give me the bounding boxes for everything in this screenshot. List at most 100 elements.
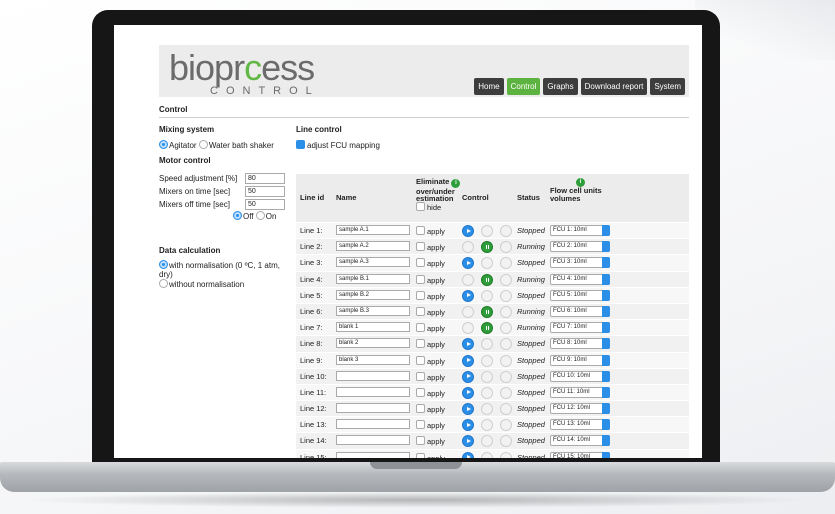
apply-checkbox[interactable]	[416, 290, 425, 300]
start-button[interactable]	[462, 435, 474, 448]
stop-button[interactable]	[500, 257, 512, 270]
pause-button[interactable]	[481, 370, 493, 383]
radio-off[interactable]	[233, 211, 242, 220]
pause-button[interactable]	[481, 338, 493, 351]
radio-water-bath[interactable]	[198, 140, 208, 149]
adjust-fcu-checkbox[interactable]	[296, 140, 305, 149]
line-name-input[interactable]: sample A.3	[336, 257, 410, 268]
radio-with-normalisation[interactable]	[159, 260, 168, 269]
pause-button[interactable]	[481, 322, 493, 335]
stop-button[interactable]	[500, 241, 512, 254]
pause-button[interactable]	[481, 386, 493, 399]
line-name-input[interactable]: sample A.2	[336, 241, 410, 252]
start-button[interactable]	[462, 386, 474, 399]
fcu-select[interactable]: FCU 2: 10ml	[550, 241, 610, 253]
fcu-select[interactable]: FCU 3: 10ml	[550, 257, 610, 269]
line-name-input[interactable]: blank 3	[336, 354, 410, 365]
line-name-input[interactable]	[336, 451, 410, 458]
line-name-input[interactable]: sample A.1	[336, 225, 410, 235]
stop-button[interactable]	[500, 419, 512, 432]
apply-checkbox[interactable]	[416, 306, 425, 316]
off-time-input[interactable]: 50	[245, 199, 285, 210]
start-button[interactable]	[462, 257, 474, 270]
start-button[interactable]	[462, 305, 474, 318]
line-name-input[interactable]	[336, 435, 410, 446]
stop-button[interactable]	[500, 386, 512, 399]
start-button[interactable]	[462, 419, 474, 432]
fcu-select[interactable]: FCU 6: 10ml	[550, 305, 610, 317]
stop-button[interactable]	[500, 322, 512, 335]
stop-button[interactable]	[500, 305, 512, 318]
speed-input[interactable]: 80	[245, 173, 285, 184]
pause-button[interactable]	[481, 403, 493, 416]
line-name-input[interactable]	[336, 386, 410, 397]
radio-on[interactable]	[255, 211, 265, 220]
fcu-select[interactable]: FCU 1: 10ml	[550, 225, 610, 236]
apply-checkbox[interactable]	[416, 258, 425, 268]
line-name-input[interactable]: sample B.2	[336, 289, 410, 300]
fcu-select[interactable]: FCU 10: 10ml	[550, 370, 610, 382]
stop-button[interactable]	[500, 435, 512, 448]
pause-button[interactable]	[481, 257, 493, 270]
apply-checkbox[interactable]	[416, 404, 425, 414]
stop-button[interactable]	[500, 403, 512, 416]
start-button[interactable]	[462, 354, 474, 367]
fcu-select[interactable]: FCU 13: 10ml	[550, 419, 610, 431]
on-time-input[interactable]: 50	[245, 186, 285, 197]
pause-button[interactable]	[481, 354, 493, 367]
hide-checkbox[interactable]	[416, 202, 425, 211]
apply-checkbox[interactable]	[416, 355, 425, 365]
line-name-input[interactable]: blank 1	[336, 322, 410, 333]
stop-button[interactable]	[500, 354, 512, 367]
fcu-select[interactable]: FCU 8: 10ml	[550, 338, 610, 350]
nav-download-report[interactable]: Download report	[580, 78, 648, 95]
apply-checkbox[interactable]	[416, 420, 425, 430]
nav-graphs[interactable]: Graphs	[543, 78, 578, 95]
start-button[interactable]	[462, 289, 474, 302]
radio-without-normalisation[interactable]	[159, 279, 168, 288]
line-name-input[interactable]	[336, 419, 410, 430]
apply-checkbox[interactable]	[416, 226, 425, 235]
apply-checkbox[interactable]	[416, 387, 425, 397]
line-name-input[interactable]: sample B.1	[336, 273, 410, 284]
apply-checkbox[interactable]	[416, 436, 425, 446]
line-name-input[interactable]	[336, 403, 410, 414]
nav-system[interactable]: System	[650, 78, 685, 95]
pause-button[interactable]	[481, 419, 493, 432]
nav-control[interactable]: Control	[506, 78, 541, 95]
pause-button[interactable]	[481, 273, 493, 286]
apply-checkbox[interactable]	[416, 452, 425, 458]
fcu-select[interactable]: FCU 15: 10ml	[550, 451, 610, 458]
fcu-select[interactable]: FCU 7: 10ml	[550, 322, 610, 334]
fcu-select[interactable]: FCU 14: 10ml	[550, 435, 610, 447]
start-button[interactable]	[462, 403, 474, 416]
line-name-input[interactable]: sample B.3	[336, 305, 410, 316]
start-button[interactable]	[462, 225, 474, 237]
apply-checkbox[interactable]	[416, 242, 425, 252]
start-button[interactable]	[462, 241, 474, 254]
radio-agitator[interactable]	[159, 140, 168, 149]
fcu-select[interactable]: FCU 12: 10ml	[550, 403, 610, 415]
start-button[interactable]	[462, 273, 474, 286]
start-button[interactable]	[462, 322, 474, 335]
stop-button[interactable]	[500, 289, 512, 302]
stop-button[interactable]	[500, 338, 512, 351]
apply-checkbox[interactable]	[416, 339, 425, 349]
apply-checkbox[interactable]	[416, 274, 425, 284]
start-button[interactable]	[462, 370, 474, 383]
line-name-input[interactable]	[336, 370, 410, 381]
fcu-select[interactable]: FCU 4: 10ml	[550, 273, 610, 285]
line-name-input[interactable]: blank 2	[336, 338, 410, 349]
apply-checkbox[interactable]	[416, 323, 425, 333]
fcu-select[interactable]: FCU 11: 10ml	[550, 386, 610, 398]
pause-button[interactable]	[481, 241, 493, 254]
nav-home[interactable]: Home	[474, 78, 504, 95]
apply-checkbox[interactable]	[416, 371, 425, 381]
start-button[interactable]	[462, 338, 474, 351]
pause-button[interactable]	[481, 225, 493, 237]
pause-button[interactable]	[481, 435, 493, 448]
pause-button[interactable]	[481, 305, 493, 318]
fcu-select[interactable]: FCU 5: 10ml	[550, 289, 610, 301]
stop-button[interactable]	[500, 451, 512, 458]
start-button[interactable]	[462, 451, 474, 458]
